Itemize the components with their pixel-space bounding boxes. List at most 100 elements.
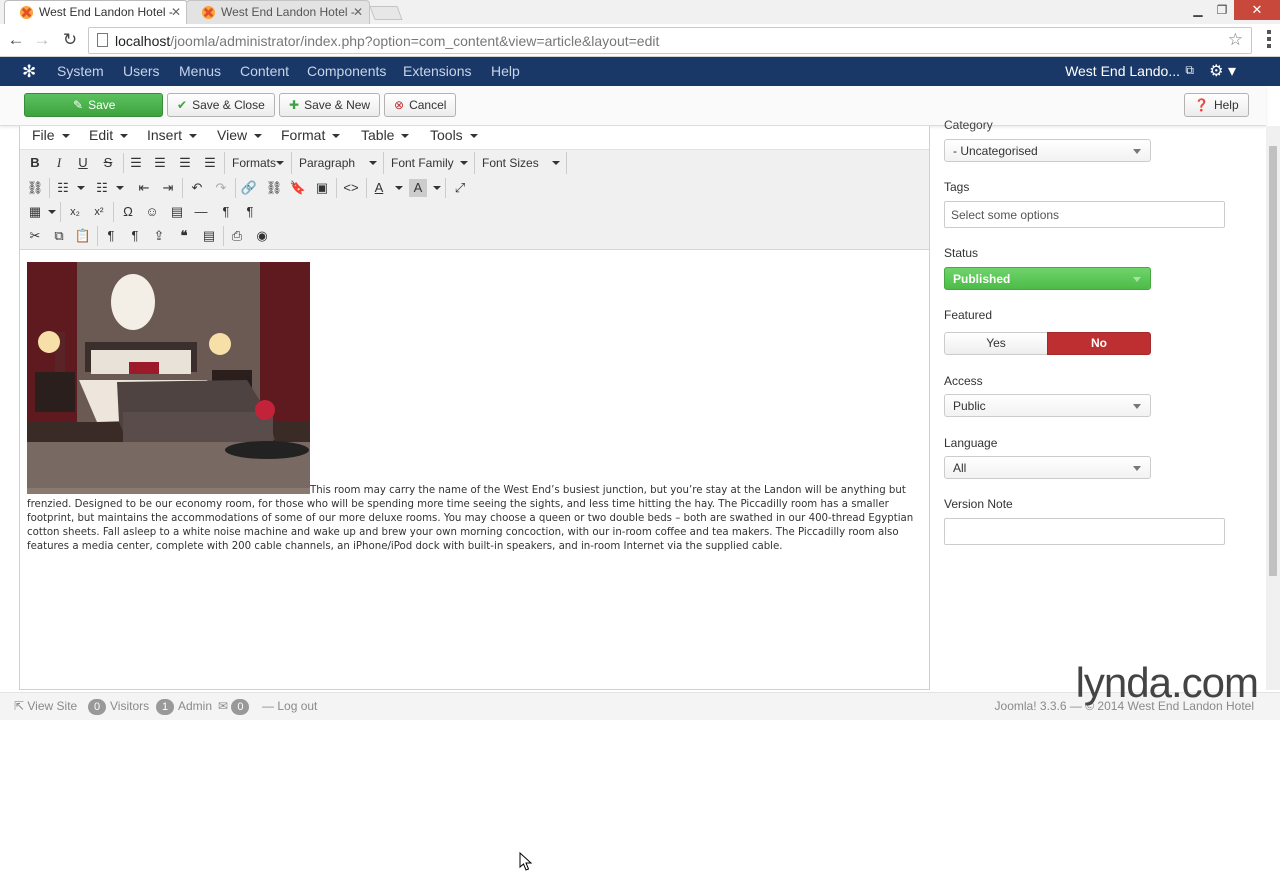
tab-close-icon[interactable]: ✕: [353, 5, 363, 19]
table-caret-icon[interactable]: [48, 210, 56, 214]
text-color-caret-icon[interactable]: [395, 186, 403, 190]
superscript-icon[interactable]: x²: [88, 201, 110, 223]
editor-content-area[interactable]: This room may carry the name of the West…: [20, 250, 929, 871]
url-input[interactable]: localhost/joomla/administrator/index.php…: [88, 27, 1252, 54]
tags-input[interactable]: Select some options: [944, 201, 1225, 228]
featured-yes-button[interactable]: Yes: [944, 332, 1048, 355]
reload-icon[interactable]: ↻: [59, 29, 81, 51]
undo-icon[interactable]: ↶: [186, 177, 208, 199]
browser-tab-active[interactable]: West End Landon Hotel - ✕: [4, 0, 188, 24]
menu-view[interactable]: View: [217, 127, 262, 143]
font-sizes-dropdown[interactable]: Font Sizes: [474, 152, 567, 174]
anchor-icon[interactable]: 🔖: [287, 177, 309, 199]
admin-status[interactable]: 1 Admin: [156, 699, 212, 715]
visual-chars-icon[interactable]: ¶: [100, 225, 122, 247]
language-select[interactable]: All: [944, 456, 1151, 479]
print-icon[interactable]: ⎙: [226, 225, 248, 247]
fullscreen-icon[interactable]: ⤢: [449, 177, 471, 199]
menu-format[interactable]: Format: [281, 127, 340, 143]
save-new-button[interactable]: ✚ Save & New: [279, 93, 381, 117]
page-scrollbar[interactable]: [1266, 126, 1280, 690]
text-color-icon[interactable]: A: [368, 177, 390, 199]
strikethrough-icon[interactable]: S: [97, 152, 119, 174]
numbered-list-icon[interactable]: ☷: [91, 177, 113, 199]
browser-menu-icon[interactable]: [1267, 30, 1271, 48]
access-select[interactable]: Public: [944, 394, 1151, 417]
visitors-status[interactable]: 0 Visitors: [88, 699, 149, 715]
visual-blocks-icon[interactable]: ¶: [124, 225, 146, 247]
subscript-icon[interactable]: x₂: [64, 201, 86, 223]
category-select[interactable]: - Uncategorised: [944, 139, 1151, 162]
nav-help[interactable]: Help: [491, 63, 520, 79]
align-left-icon[interactable]: ☰: [125, 152, 147, 174]
background-color-icon[interactable]: A: [409, 179, 427, 197]
special-char-icon[interactable]: Ω: [117, 201, 139, 223]
browser-tab-inactive[interactable]: West End Landon Hotel - ✕: [186, 0, 370, 24]
gear-icon[interactable]: ⚙ ▾: [1209, 61, 1236, 81]
align-right-icon[interactable]: ☰: [174, 152, 196, 174]
paste-icon[interactable]: 📋: [72, 225, 94, 247]
preview-icon[interactable]: ◉: [251, 225, 273, 247]
numbered-list-caret-icon[interactable]: [116, 186, 124, 190]
external-link-icon[interactable]: ⧉: [1185, 63, 1194, 78]
indent-icon[interactable]: ⇥: [157, 177, 179, 199]
menu-tools[interactable]: Tools: [430, 127, 478, 143]
paragraph-dropdown[interactable]: Paragraph: [291, 152, 383, 174]
underline-icon[interactable]: U: [72, 152, 94, 174]
rtl-icon[interactable]: ¶: [239, 201, 261, 223]
cancel-button[interactable]: ⊗ Cancel: [384, 93, 457, 117]
media-icon[interactable]: ▤: [166, 201, 188, 223]
minimize-icon[interactable]: ▁: [1186, 0, 1210, 20]
new-tab-button[interactable]: [369, 6, 403, 20]
bullet-list-caret-icon[interactable]: [77, 186, 85, 190]
font-family-dropdown[interactable]: Font Family: [383, 152, 474, 174]
horizontal-rule-icon[interactable]: —: [190, 201, 212, 223]
background-color-caret-icon[interactable]: [433, 186, 441, 190]
link-icon[interactable]: 🔗: [238, 177, 260, 199]
ltr-icon[interactable]: ¶: [215, 201, 237, 223]
article-body[interactable]: This room may carry the name of the West…: [27, 484, 922, 554]
save-close-button[interactable]: ✔ Save & Close: [167, 93, 275, 117]
help-button[interactable]: ❓ Help: [1184, 93, 1249, 117]
version-note-input[interactable]: [944, 518, 1225, 545]
menu-edit[interactable]: Edit: [89, 127, 128, 143]
bookmark-star-icon[interactable]: ☆: [1228, 30, 1243, 50]
hotel-room-photo[interactable]: [27, 262, 310, 494]
nav-users[interactable]: Users: [123, 63, 160, 79]
restore-icon[interactable]: ❐: [1210, 0, 1234, 20]
site-name-link[interactable]: West End Lando...: [1065, 63, 1180, 79]
pagebreak-icon[interactable]: ▤: [198, 225, 220, 247]
cut-icon[interactable]: ✂: [24, 225, 46, 247]
featured-no-button[interactable]: No: [1047, 332, 1151, 355]
menu-table[interactable]: Table: [361, 127, 409, 143]
nav-extensions[interactable]: Extensions: [403, 63, 471, 79]
status-select[interactable]: Published: [944, 267, 1151, 290]
align-justify-icon[interactable]: ☰: [199, 152, 221, 174]
save-button[interactable]: ✎ Save: [24, 93, 163, 117]
copy-icon[interactable]: ⧉: [48, 225, 70, 247]
nav-content[interactable]: Content: [240, 63, 289, 79]
unlink-icon[interactable]: ⛓: [263, 177, 285, 199]
nav-menus[interactable]: Menus: [179, 63, 221, 79]
redo-icon[interactable]: ↷: [210, 177, 232, 199]
align-center-icon[interactable]: ☰: [149, 152, 171, 174]
find-replace-icon[interactable]: ⛓: [24, 177, 46, 199]
blockquote-icon[interactable]: ❝: [173, 225, 195, 247]
view-site-link[interactable]: ⇱ View Site: [14, 699, 77, 713]
messages-status[interactable]: ✉ 0: [218, 699, 253, 715]
menu-insert[interactable]: Insert: [147, 127, 197, 143]
bold-icon[interactable]: B: [24, 152, 46, 174]
bullet-list-icon[interactable]: ☷: [52, 177, 74, 199]
image-icon[interactable]: ▣: [311, 177, 333, 199]
code-icon[interactable]: <>: [340, 177, 362, 199]
back-icon[interactable]: ←: [5, 29, 27, 51]
outdent-icon[interactable]: ⇤: [133, 177, 155, 199]
scrollbar-thumb[interactable]: [1269, 146, 1277, 576]
nav-system[interactable]: System: [57, 63, 104, 79]
template-icon[interactable]: ⇪: [148, 225, 170, 247]
logout-link[interactable]: — Log out: [262, 699, 317, 713]
emoticons-icon[interactable]: ☺: [141, 201, 163, 223]
italic-icon[interactable]: I: [48, 152, 70, 174]
forward-icon[interactable]: →: [31, 29, 53, 51]
table-icon[interactable]: ▦: [24, 201, 46, 223]
